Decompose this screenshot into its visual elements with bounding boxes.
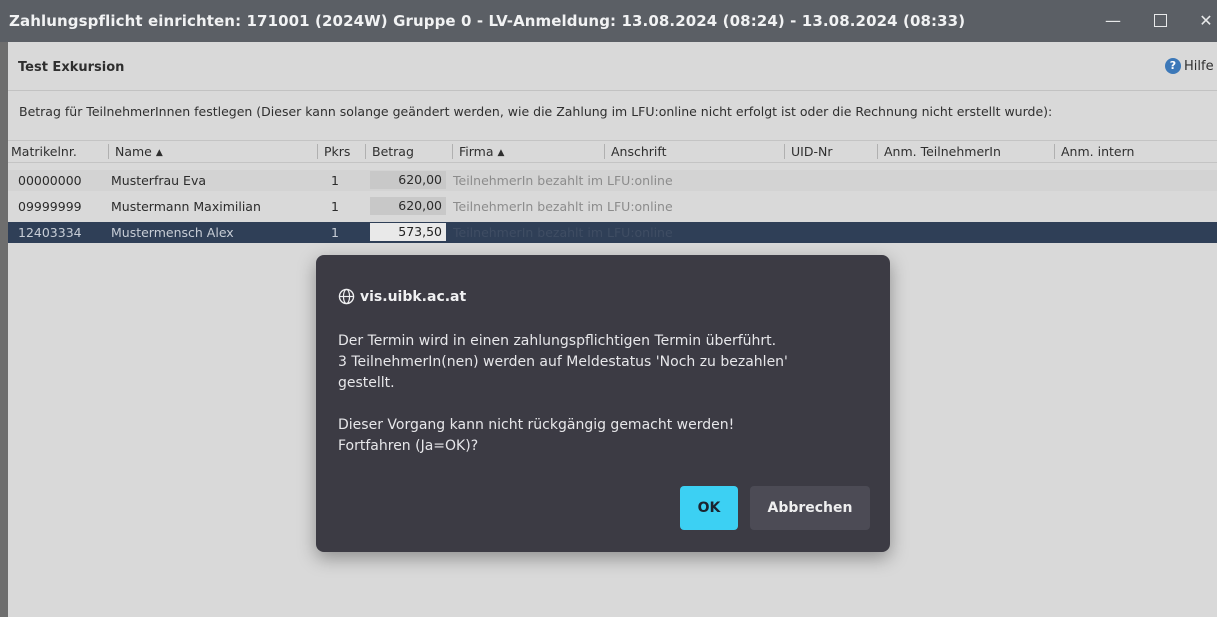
name-cell: Mustermann Maximilian: [111, 199, 261, 214]
dialog-message-line: gestellt.: [338, 375, 395, 391]
table-row-selected[interactable]: 12403334 Mustermensch Alex 1 573,50 Teil…: [8, 222, 1217, 243]
ok-button[interactable]: OK: [680, 486, 738, 530]
column-separator: [452, 144, 453, 159]
course-name: Test Exkursion: [18, 60, 125, 75]
column-separator: [317, 144, 318, 159]
window-titlebar: Zahlungspflicht einrichten: 171001 (2024…: [0, 0, 1217, 42]
col-firma[interactable]: Firma ▲: [452, 144, 505, 159]
betrag-input[interactable]: 620,00: [370, 171, 446, 189]
pkrs-cell: 1: [331, 199, 339, 214]
col-anm-intern[interactable]: Anm. intern: [1054, 144, 1134, 159]
dialog-origin: vis.uibk.ac.at: [338, 288, 466, 305]
window-title: Zahlungspflicht einrichten: 171001 (2024…: [9, 12, 966, 30]
sort-asc-icon: ▲: [497, 148, 505, 158]
matrikel-cell: 00000000: [18, 173, 82, 188]
column-separator: [1054, 144, 1055, 159]
dialog-message-line: 3 TeilnehmerIn(nen) werden auf Meldestat…: [338, 354, 788, 370]
sort-asc-icon: ▲: [155, 148, 163, 158]
window-border: [0, 42, 8, 617]
col-anm-teilnehmer[interactable]: Anm. TeilnehmerIn: [877, 144, 1001, 159]
help-label: Hilfe: [1184, 58, 1214, 74]
column-separator: [784, 144, 785, 159]
firma-cell: TeilnehmerIn bezahlt im LFU:online: [453, 173, 673, 188]
instruction-text: Betrag für TeilnehmerInnen festlegen (Di…: [19, 104, 1053, 119]
dialog-message-line: Fortfahren (Ja=OK)?: [338, 438, 479, 454]
minimize-button[interactable]: —: [1099, 8, 1127, 34]
pkrs-cell: 1: [331, 225, 339, 240]
firma-cell: TeilnehmerIn bezahlt im LFU:online: [453, 225, 673, 240]
maximize-icon: [1153, 13, 1167, 27]
col-pkrs[interactable]: Pkrs: [317, 144, 350, 159]
dialog-message: Der Termin wird in einen zahlungspflicht…: [338, 331, 868, 457]
col-name[interactable]: Name ▲: [108, 144, 163, 159]
betrag-input[interactable]: 620,00: [370, 197, 446, 215]
course-header: Test Exkursion ? Hilfe: [8, 42, 1217, 91]
help-link[interactable]: ? Hilfe: [1165, 57, 1214, 75]
table-header: Matrikelnr. Name ▲ Pkrs Betrag Firma ▲ Ans…: [8, 140, 1217, 163]
name-cell: Musterfrau Eva: [111, 173, 207, 188]
cancel-button[interactable]: Abbrechen: [750, 486, 870, 530]
column-separator: [877, 144, 878, 159]
col-betrag[interactable]: Betrag: [365, 144, 414, 159]
confirm-dialog: vis.uibk.ac.at Der Termin wird in einen …: [316, 255, 890, 552]
col-matrikel[interactable]: Matrikelnr.: [11, 144, 77, 159]
column-separator: [365, 144, 366, 159]
table-row[interactable]: 00000000 Musterfrau Eva 1 620,00 Teilneh…: [8, 170, 1217, 191]
close-button[interactable]: ✕: [1192, 8, 1217, 34]
pkrs-cell: 1: [331, 173, 339, 188]
table-row[interactable]: 09999999 Mustermann Maximilian 1 620,00 …: [8, 196, 1217, 217]
maximize-button[interactable]: [1146, 8, 1174, 34]
column-separator: [108, 144, 109, 159]
help-icon: ?: [1165, 58, 1181, 74]
col-uid[interactable]: UID-Nr: [784, 144, 832, 159]
betrag-input[interactable]: 573,50: [370, 223, 446, 241]
dialog-origin-text: vis.uibk.ac.at: [360, 288, 467, 305]
page: Zahlungspflicht einrichten: 171001 (2024…: [0, 0, 1217, 617]
dialog-message-line: Der Termin wird in einen zahlungspflicht…: [338, 333, 777, 349]
column-separator: [604, 144, 605, 159]
dialog-message-line: Dieser Vorgang kann nicht rückgängig gem…: [338, 417, 735, 433]
matrikel-cell: 09999999: [18, 199, 82, 214]
name-cell: Mustermensch Alex: [111, 225, 234, 240]
matrikel-cell: 12403334: [18, 225, 82, 240]
firma-cell: TeilnehmerIn bezahlt im LFU:online: [453, 199, 673, 214]
globe-icon: [338, 288, 355, 305]
col-anschrift[interactable]: Anschrift: [604, 144, 666, 159]
